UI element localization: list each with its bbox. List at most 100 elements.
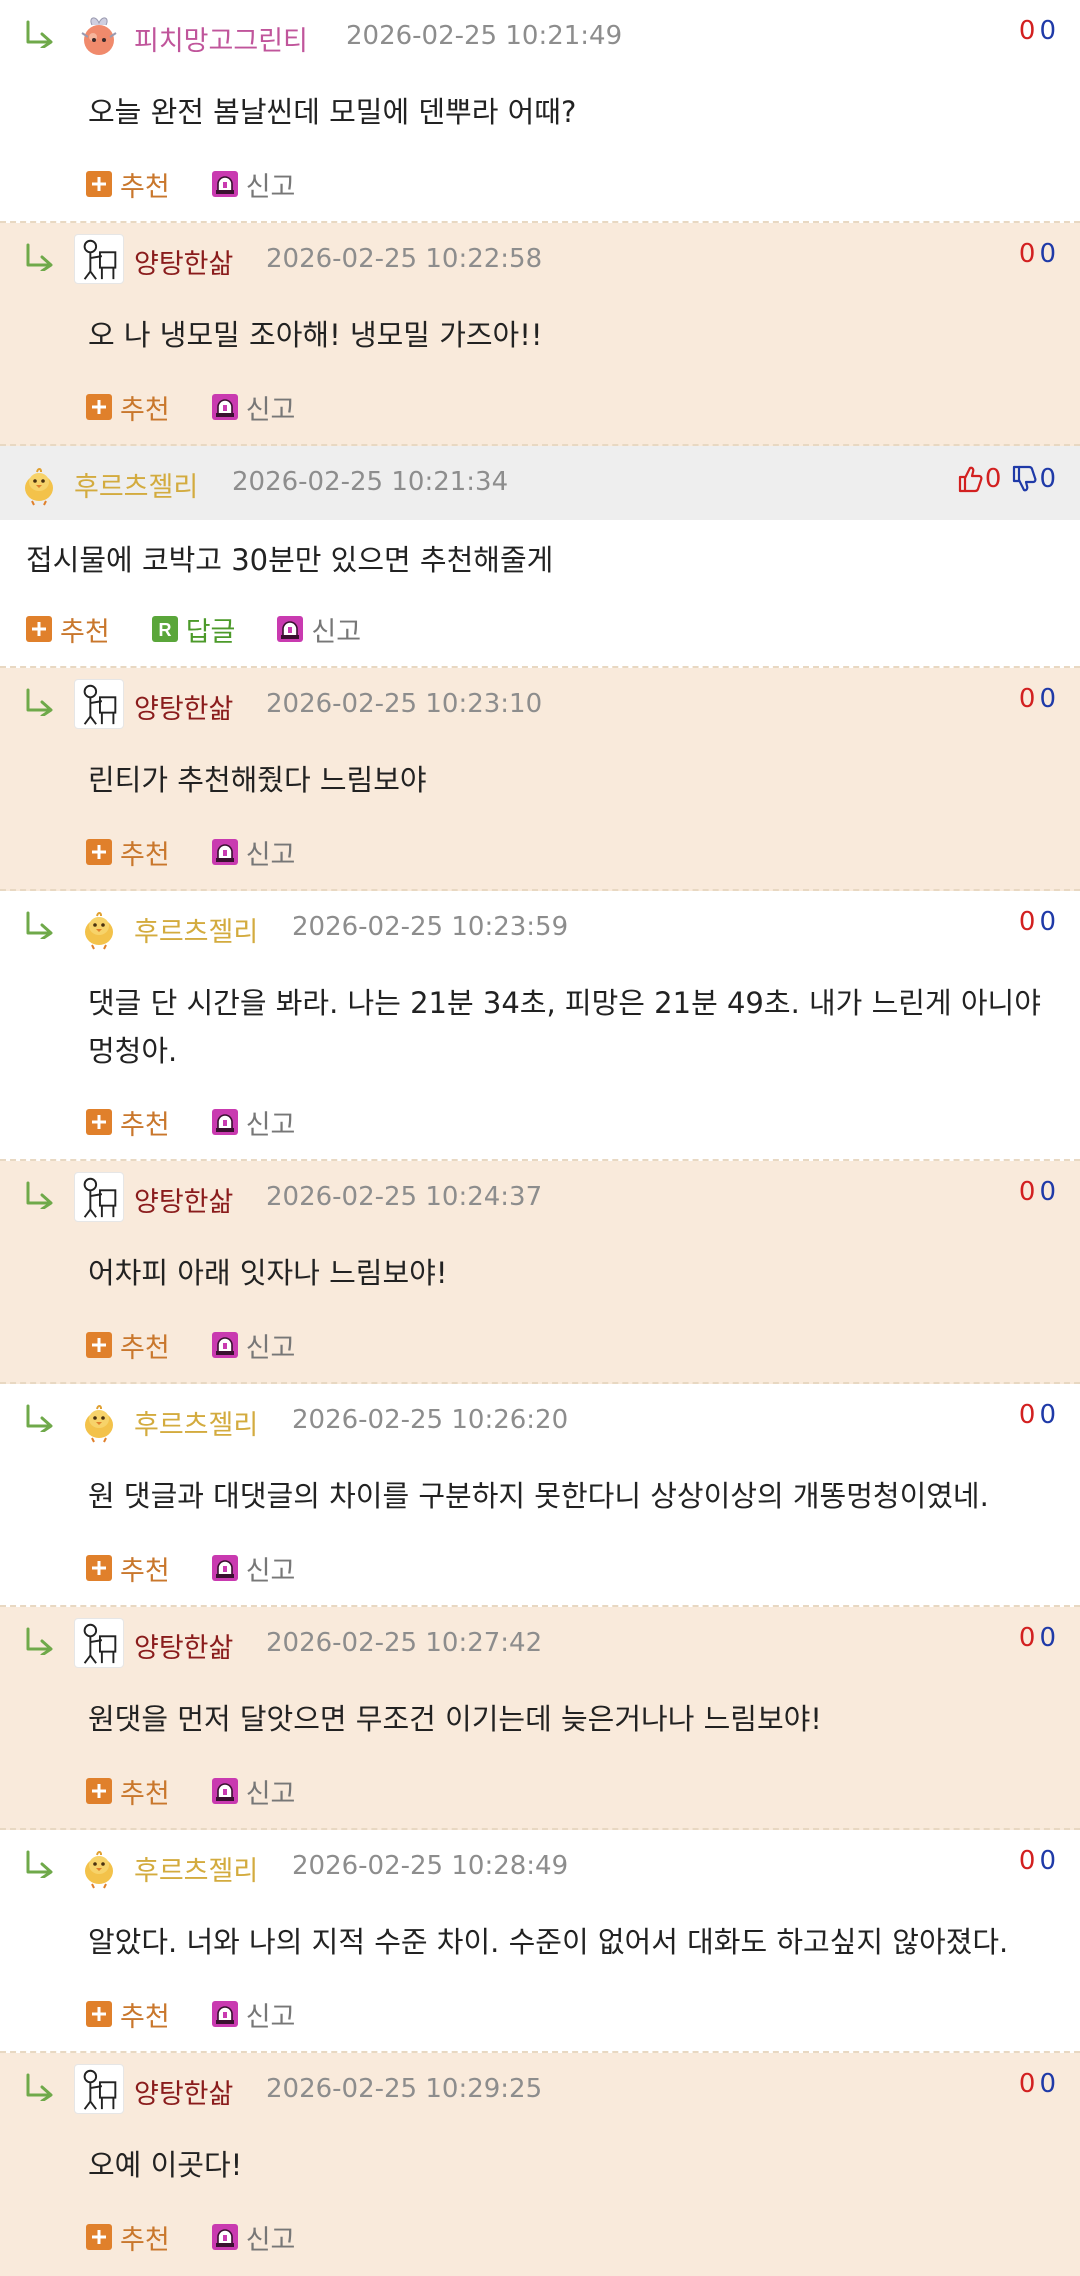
stick-figure-icon[interactable] [74, 2064, 124, 2114]
comment-line: 오 나 냉모밀 조아해! 냉모밀 가즈아!! [88, 318, 543, 352]
comment-time: 2026-02-25 10:23:59 [292, 912, 569, 942]
siren-icon [212, 1109, 238, 1135]
thumbs-down-icon[interactable] [1011, 465, 1037, 493]
recommend-button[interactable]: 추천 [86, 2218, 170, 2257]
recommend-button[interactable]: 추천 [86, 1326, 170, 1365]
up-count: 0 [1018, 1846, 1036, 1876]
author-name[interactable]: 피치망고그린티 [134, 19, 308, 58]
author-name[interactable]: 후르츠젤리 [134, 1403, 258, 1442]
comment-header: 양탕한삶 2026-02-25 10:23:10 00 [0, 668, 1080, 742]
recommend-button[interactable]: 추천 [26, 610, 110, 649]
report-button[interactable]: 신고 [212, 165, 295, 204]
comment-line: 멍청아. [88, 1034, 178, 1068]
recommend-button[interactable]: 추천 [86, 1103, 170, 1142]
vote-counts: 00 [1019, 1400, 1056, 1430]
plus-icon [26, 616, 52, 642]
vote-counts: 00 [1019, 2069, 1056, 2099]
author-name[interactable]: 후르츠젤리 [74, 465, 198, 504]
comment-time: 2026-02-25 10:29:25 [266, 2074, 543, 2104]
down-count: 0 [1039, 907, 1056, 937]
comment-header: 후르츠젤리 2026-02-25 10:28:49 00 [0, 1830, 1080, 1904]
plus-icon [86, 1555, 112, 1581]
reply-comment: 양탕한삶 2026-02-25 10:24:37 00 어차피 아래 잇자나 느… [0, 1161, 1080, 1384]
stick-figure-icon[interactable] [74, 234, 124, 284]
report-label: 신고 [311, 616, 362, 648]
report-label: 신고 [245, 839, 296, 871]
report-button[interactable]: 신고 [212, 388, 295, 427]
report-button[interactable]: 신고 [277, 610, 361, 649]
reply-comment: 양탕한삶 2026-02-25 10:29:25 00 오예 이곳다! 추천 신… [0, 2053, 1080, 2276]
author-name[interactable]: 후르츠젤리 [134, 1849, 258, 1888]
comment-actions: 추천 신고 [86, 388, 337, 427]
plus-icon [86, 1332, 112, 1358]
report-label: 신고 [245, 1778, 296, 1810]
report-button[interactable]: 신고 [212, 1326, 296, 1365]
plus-icon [86, 2224, 112, 2250]
stick-figure-icon[interactable] [74, 1618, 124, 1668]
recommend-button[interactable]: 추천 [86, 1549, 170, 1588]
author-name[interactable]: 양탕한삶 [134, 1180, 233, 1219]
siren-icon [212, 2224, 238, 2250]
reply-arrow-icon [24, 1850, 58, 1878]
comment-list: 피치망고그린티 2026-02-25 10:21:49 00 오늘 완전 봄날씬… [0, 0, 1080, 2276]
comment-line: 알았다. 너와 나의 지적 수준 차이. 수준이 없어서 대화도 하고싶지 않아… [88, 1925, 1009, 1959]
plus-icon [86, 2001, 112, 2027]
recommend-label: 추천 [120, 839, 170, 871]
reply-arrow-icon [24, 243, 58, 271]
comment-time: 2026-02-25 10:21:34 [232, 467, 509, 497]
stick-figure-icon[interactable] [74, 1172, 124, 1222]
recommend-button[interactable]: 추천 [86, 388, 170, 427]
chick-icon[interactable] [74, 1841, 124, 1891]
down-count: 0 [1039, 684, 1056, 714]
report-button[interactable]: 신고 [212, 833, 296, 872]
up-count: 0 [1018, 2069, 1036, 2099]
report-label: 신고 [245, 2224, 296, 2256]
comment-header: 후르츠젤리 2026-02-25 10:26:20 00 [0, 1384, 1080, 1458]
report-label: 신고 [245, 1332, 296, 1364]
down-count: 0 [1039, 464, 1056, 494]
stick-figure-icon[interactable] [74, 679, 124, 729]
comment-actions: 추천 신고 [86, 1326, 337, 1365]
report-button[interactable]: 신고 [212, 1103, 295, 1142]
thumbs-up-icon[interactable] [957, 465, 983, 493]
author-name[interactable]: 양탕한삶 [134, 242, 233, 281]
comment-time: 2026-02-25 10:22:58 [266, 244, 543, 274]
recommend-label: 추천 [120, 1332, 170, 1364]
siren-icon [212, 171, 238, 197]
reply-comment: 후르츠젤리 2026-02-25 10:28:49 00 알았다. 너와 나의 … [0, 1830, 1080, 2053]
comment-line: 원 댓글과 대댓글의 차이를 구분하지 못한다니 상상이상의 개똥멍청이였네. [88, 1479, 989, 1513]
siren-icon [212, 2001, 238, 2027]
chick-icon[interactable] [74, 902, 124, 952]
recommend-button[interactable]: 추천 [86, 165, 170, 204]
comment-time: 2026-02-25 10:26:20 [292, 1405, 569, 1435]
report-button[interactable]: 신고 [212, 2218, 296, 2257]
reply-arrow-icon [24, 1181, 58, 1209]
comment-actions: 추천 신고 [86, 2218, 337, 2257]
up-count: 0 [1018, 16, 1036, 46]
author-name[interactable]: 양탕한삶 [134, 2072, 233, 2111]
answer-button[interactable]: 답글 [152, 610, 235, 649]
recommend-label: 추천 [60, 616, 110, 648]
author-name[interactable]: 양탕한삶 [134, 687, 233, 726]
recommend-button[interactable]: 추천 [86, 1772, 170, 1811]
report-button[interactable]: 신고 [212, 1772, 296, 1811]
comment-line: 린티가 추천해줬다 느림보야 [88, 763, 427, 797]
recommend-button[interactable]: 추천 [86, 1995, 170, 2034]
siren-icon [212, 1332, 238, 1358]
reply-arrow-icon [24, 688, 58, 716]
comment-body: 린티가 추천해줬다 느림보야 [88, 756, 427, 804]
down-count: 0 [1039, 2069, 1056, 2099]
comment-line: 접시물에 코박고 30분만 있으면 추천해줄게 [26, 543, 554, 577]
chick-icon[interactable] [14, 458, 64, 508]
chick-icon[interactable] [74, 1395, 124, 1445]
author-name[interactable]: 양탕한삶 [134, 1626, 233, 1665]
author-name[interactable]: 후르츠젤리 [134, 910, 258, 949]
recommend-button[interactable]: 추천 [86, 833, 170, 872]
comment-actions: 추천 신고 [86, 1772, 337, 1811]
report-button[interactable]: 신고 [212, 1549, 295, 1588]
peach-character-icon[interactable] [74, 11, 124, 61]
up-count: 0 [1018, 907, 1036, 937]
comment-time: 2026-02-25 10:27:42 [266, 1628, 543, 1658]
recommend-label: 추천 [120, 1555, 170, 1587]
report-button[interactable]: 신고 [212, 1995, 295, 2034]
